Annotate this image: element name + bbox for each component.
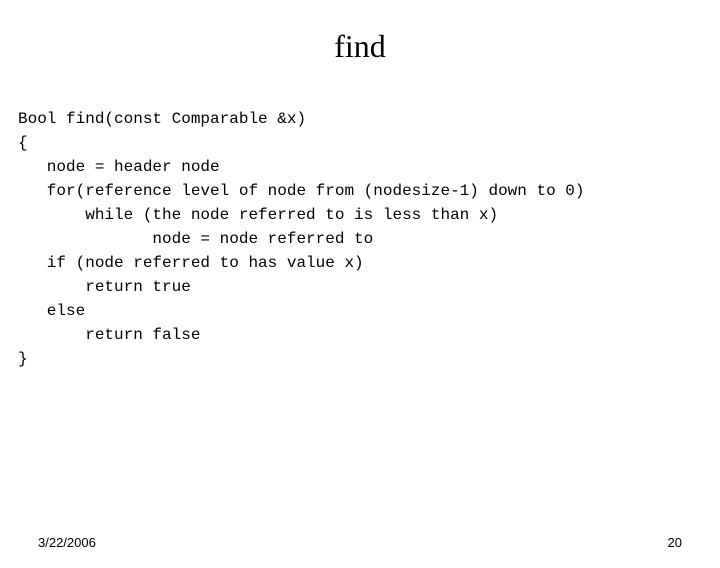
code-line: if (node referred to has value x)	[18, 254, 364, 272]
footer-page: 20	[668, 535, 682, 550]
code-line: return false	[18, 326, 200, 344]
code-line: node = header node	[18, 158, 220, 176]
code-block: Bool find(const Comparable &x) { node = …	[0, 83, 720, 371]
code-line: Bool find(const Comparable &x)	[18, 110, 306, 128]
footer-date: 3/22/2006	[38, 535, 96, 550]
code-line: while (the node referred to is less than…	[18, 206, 498, 224]
code-line: else	[18, 302, 85, 320]
code-line: return true	[18, 278, 191, 296]
page-title: find	[0, 28, 720, 65]
footer: 3/22/2006 20	[0, 535, 720, 550]
code-line: {	[18, 134, 28, 152]
code-line: }	[18, 350, 28, 368]
code-line: node = node referred to	[18, 230, 373, 248]
code-line: for(reference level of node from (nodesi…	[18, 182, 585, 200]
